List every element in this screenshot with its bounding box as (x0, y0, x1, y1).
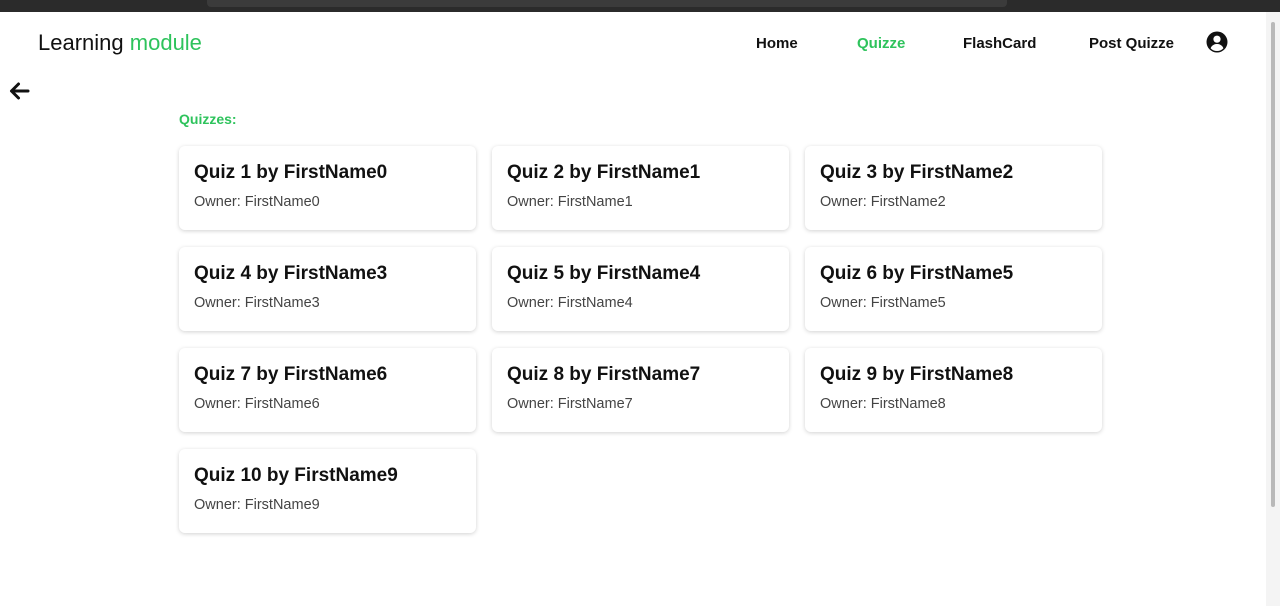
quiz-card[interactable]: Quiz 8 by FirstName7 Owner: FirstName7 (492, 348, 789, 432)
quiz-title: Quiz 5 by FirstName4 (507, 263, 701, 284)
nav-item-home[interactable]: Home (756, 35, 798, 52)
quiz-owner: Owner: FirstName8 (820, 396, 946, 412)
quiz-title: Quiz 8 by FirstName7 (507, 364, 701, 385)
quiz-title: Quiz 2 by FirstName1 (507, 162, 701, 183)
arrow-left-icon[interactable] (8, 80, 30, 102)
quiz-card[interactable]: Quiz 7 by FirstName6 Owner: FirstName6 (179, 348, 476, 432)
quiz-owner: Owner: FirstName7 (507, 396, 633, 412)
nav-item-flashcard[interactable]: FlashCard (963, 35, 1036, 52)
quiz-card[interactable]: Quiz 2 by FirstName1 Owner: FirstName1 (492, 146, 789, 230)
quiz-title: Quiz 10 by FirstName9 (194, 465, 398, 486)
quiz-title: Quiz 7 by FirstName6 (194, 364, 388, 385)
quiz-card[interactable]: Quiz 6 by FirstName5 Owner: FirstName5 (805, 247, 1102, 331)
section-title: Quizzes: (179, 111, 237, 127)
quiz-title: Quiz 4 by FirstName3 (194, 263, 388, 284)
user-circle-icon[interactable] (1206, 31, 1228, 53)
quiz-owner: Owner: FirstName5 (820, 295, 946, 311)
quiz-owner: Owner: FirstName0 (194, 194, 320, 210)
quiz-card[interactable]: Quiz 4 by FirstName3 Owner: FirstName3 (179, 247, 476, 331)
nav-item-quizze[interactable]: Quizze (857, 35, 905, 52)
browser-address-bar (207, 0, 1007, 7)
quiz-owner: Owner: FirstName4 (507, 295, 633, 311)
quiz-title: Quiz 6 by FirstName5 (820, 263, 1014, 284)
quiz-card[interactable]: Quiz 1 by FirstName0 Owner: FirstName0 (179, 146, 476, 230)
quiz-owner: Owner: FirstName3 (194, 295, 320, 311)
quiz-owner: Owner: FirstName1 (507, 194, 633, 210)
quiz-owner: Owner: FirstName6 (194, 396, 320, 412)
nav-item-post-quizze[interactable]: Post Quizze (1089, 35, 1174, 52)
browser-top-strip (0, 0, 1280, 12)
quiz-card[interactable]: Quiz 3 by FirstName2 Owner: FirstName2 (805, 146, 1102, 230)
quiz-title: Quiz 3 by FirstName2 (820, 162, 1014, 183)
quiz-card[interactable]: Quiz 10 by FirstName9 Owner: FirstName9 (179, 449, 476, 533)
top-nav: Home Quizze FlashCard Post Quizze (0, 35, 1280, 55)
quiz-owner: Owner: FirstName9 (194, 497, 320, 513)
quiz-card[interactable]: Quiz 5 by FirstName4 Owner: FirstName4 (492, 247, 789, 331)
scrollbar-thumb[interactable] (1271, 22, 1275, 507)
page-scrollbar[interactable] (1266, 12, 1280, 606)
quiz-card[interactable]: Quiz 9 by FirstName8 Owner: FirstName8 (805, 348, 1102, 432)
quiz-title: Quiz 1 by FirstName0 (194, 162, 388, 183)
quiz-title: Quiz 9 by FirstName8 (820, 364, 1014, 385)
quiz-owner: Owner: FirstName2 (820, 194, 946, 210)
